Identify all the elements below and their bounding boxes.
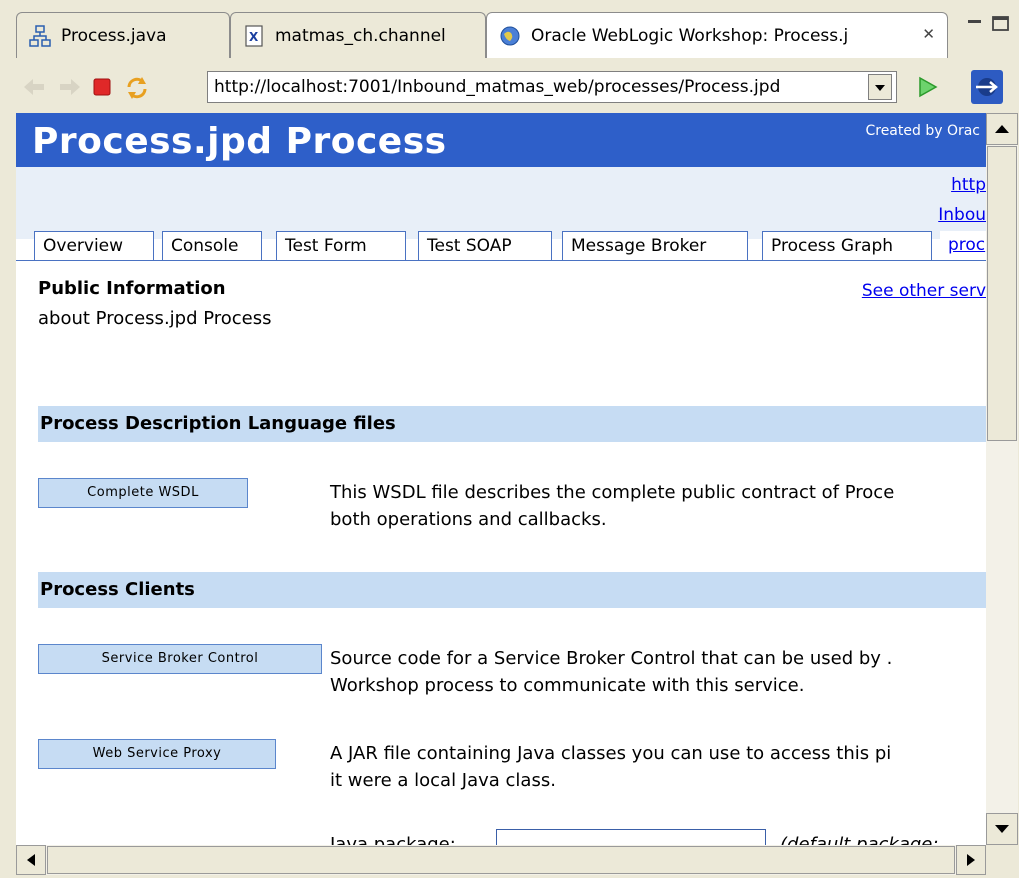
default-package-hint: (default package; (780, 834, 939, 845)
right-link-url[interactable]: http (951, 175, 986, 195)
scroll-right-button[interactable] (956, 845, 986, 875)
chevron-up-icon (995, 125, 1009, 133)
tab-overview[interactable]: Overview (34, 231, 154, 261)
svg-text:X: X (249, 30, 259, 44)
editor-tab-matmas-channel[interactable]: X matmas_ch.channel (230, 12, 486, 58)
web-service-proxy-button[interactable]: Web Service Proxy (38, 739, 276, 769)
scroll-up-button[interactable] (986, 113, 1018, 145)
section-process-clients: Process Clients (38, 572, 986, 608)
page-banner: Process.jpd Process Created by Orac (16, 113, 986, 167)
complete-wsdl-button[interactable]: Complete WSDL (38, 478, 248, 508)
horizontal-scrollbar[interactable] (16, 845, 986, 875)
vertical-scroll-thumb[interactable] (987, 146, 1017, 441)
web-content: Process.jpd Process Created by Orac http… (16, 113, 986, 845)
tab-console[interactable]: Console (162, 231, 262, 261)
java-package-label: Java package: (330, 834, 456, 845)
proxy-description-line1: A JAR file containing Java classes you c… (330, 743, 892, 764)
stop-icon[interactable] (92, 77, 112, 101)
proxy-description-line2: it were a local Java class. (330, 770, 556, 791)
sbc-description-line2: Workshop process to communicate with thi… (330, 675, 805, 696)
forward-icon[interactable] (56, 76, 82, 102)
minimize-icon[interactable] (964, 14, 986, 34)
close-icon[interactable]: ✕ (922, 25, 935, 43)
sbc-description-line1: Source code for a Service Broker Control… (330, 648, 893, 669)
editor-tab-label: Oracle WebLogic Workshop: Process.j (531, 25, 849, 46)
process-icon (29, 24, 51, 47)
created-by-text: Created by Orac (865, 123, 980, 139)
refresh-icon[interactable] (124, 75, 150, 105)
public-info-subheading: about Process.jpd Process (38, 308, 272, 329)
editor-tab-label: Process.java (61, 25, 167, 46)
editor-tab-weblogic-workshop[interactable]: Oracle WebLogic Workshop: Process.j ✕ (486, 12, 948, 58)
editor-tab-label: matmas_ch.channel (275, 25, 446, 46)
right-link-inbound[interactable]: Inbou (938, 205, 986, 225)
editor-tab-bar: Process.java X matmas_ch.channel Oracle … (0, 0, 1019, 64)
public-info-heading: Public Information (38, 278, 226, 299)
tab-process-link[interactable]: proc (940, 231, 986, 261)
scroll-left-button[interactable] (16, 845, 46, 875)
chevron-right-icon (967, 854, 975, 866)
url-input[interactable]: http://localhost:7001/Inbound_matmas_web… (207, 71, 897, 103)
scroll-down-button[interactable] (986, 813, 1018, 845)
back-icon[interactable] (22, 76, 48, 102)
section-pdl-files: Process Description Language files (38, 406, 986, 442)
vertical-scrollbar[interactable] (986, 113, 1018, 845)
tab-underline (16, 260, 986, 261)
horizontal-scroll-thumb[interactable] (47, 846, 955, 874)
see-other-services-link[interactable]: See other serv (862, 281, 986, 301)
page-title: Process.jpd Process (32, 121, 447, 162)
tab-test-form[interactable]: Test Form (276, 231, 406, 261)
editor-tab-process-java[interactable]: Process.java (16, 12, 230, 58)
tab-message-broker[interactable]: Message Broker (562, 231, 748, 261)
java-package-input[interactable] (496, 829, 766, 845)
chevron-down-icon (875, 85, 885, 91)
chevron-down-icon (995, 825, 1009, 833)
chevron-left-icon (27, 854, 35, 866)
tab-process-graph[interactable]: Process Graph (762, 231, 932, 261)
globe-icon (499, 25, 521, 47)
x-file-icon: X (243, 24, 265, 47)
wsdl-description-line2: both operations and callbacks. (330, 509, 607, 530)
tab-test-soap[interactable]: Test SOAP (418, 231, 552, 261)
maximize-icon[interactable] (990, 14, 1012, 34)
go-icon[interactable] (916, 74, 940, 104)
url-dropdown-button[interactable] (868, 74, 892, 100)
header-band (16, 167, 986, 239)
workshop-icon[interactable] (970, 69, 1004, 109)
wsdl-description-line1: This WSDL file describes the complete pu… (330, 482, 895, 503)
scroll-corner (986, 845, 1018, 875)
service-broker-control-button[interactable]: Service Broker Control (38, 644, 322, 674)
